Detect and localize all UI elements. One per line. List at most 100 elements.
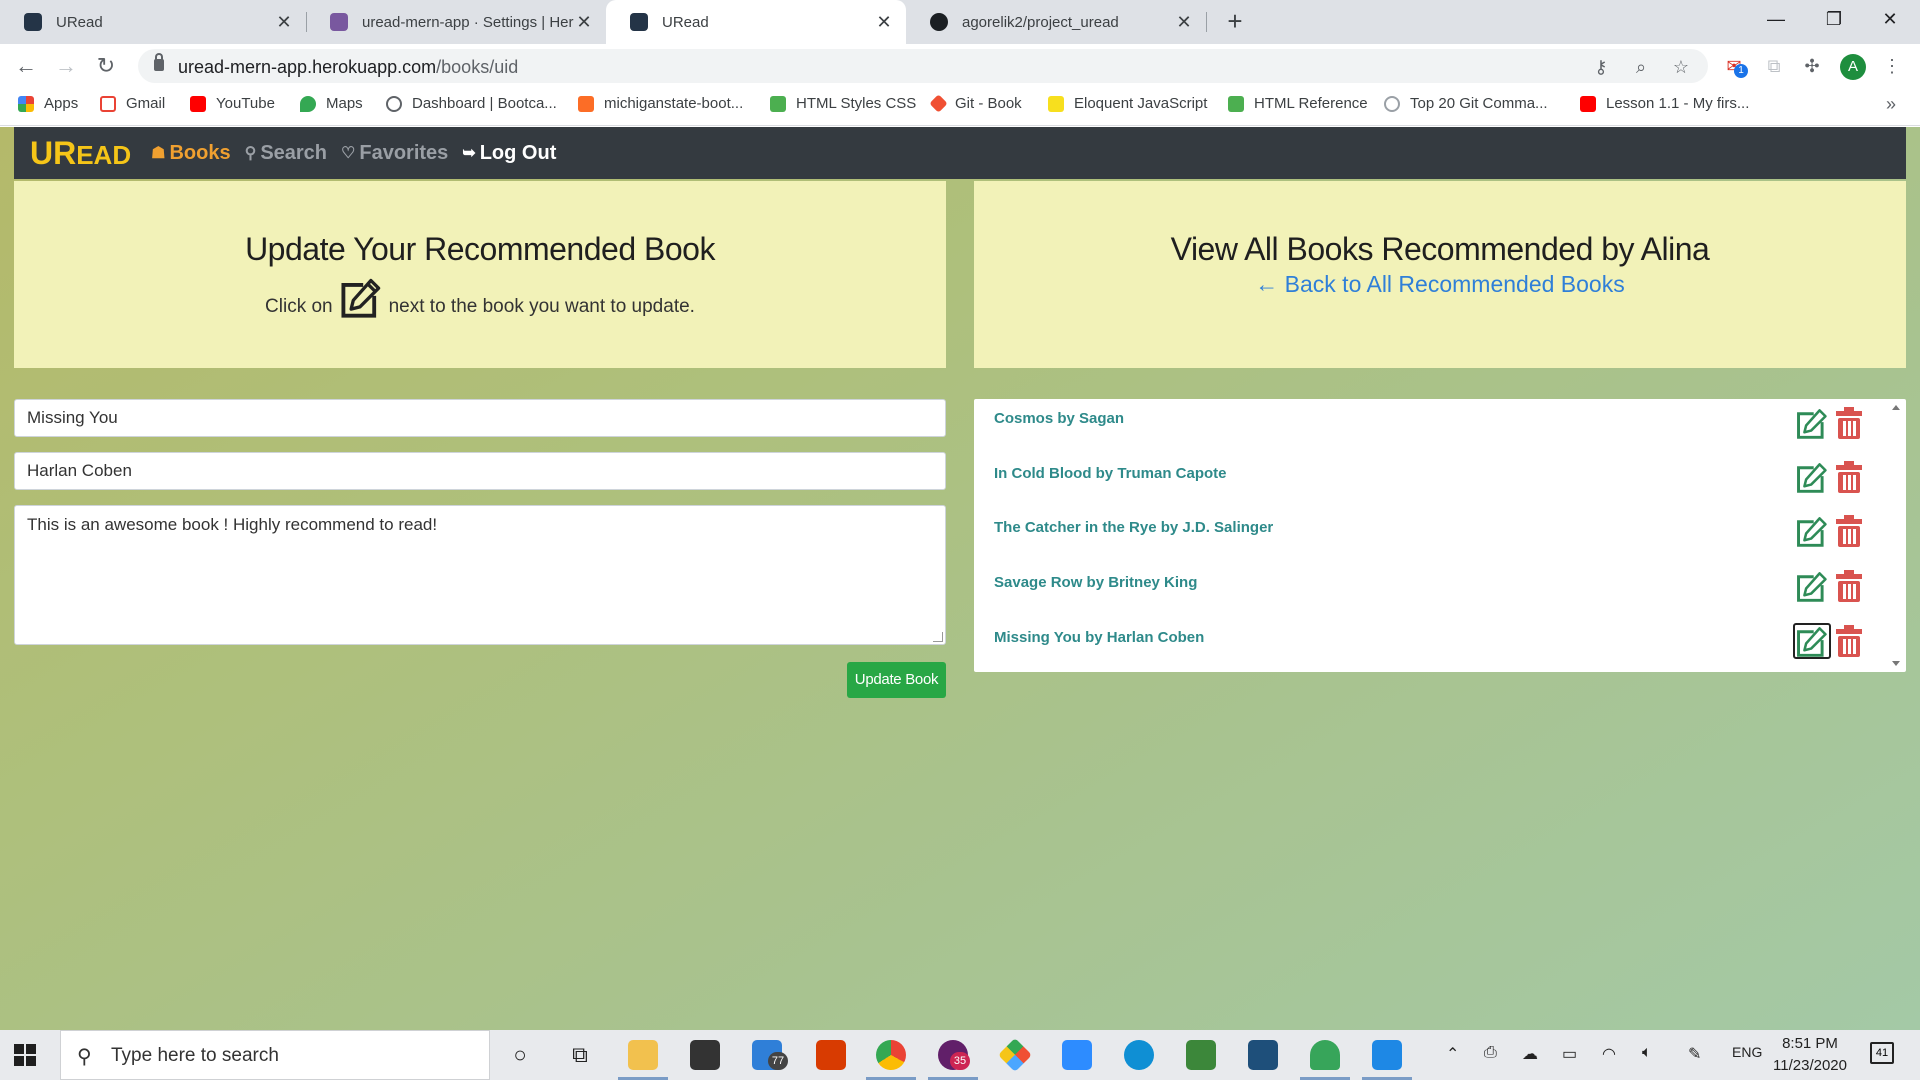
bookmark-star-icon[interactable]: ☆ [1670, 56, 1692, 78]
task-view-icon[interactable]: ⧉ [565, 1040, 595, 1070]
nav-logout-link[interactable]: ➥ Log Out [462, 142, 556, 165]
delete-book-icon[interactable] [1835, 570, 1863, 602]
onedrive-icon[interactable]: ☁ [1522, 1044, 1538, 1064]
minimize-icon[interactable]: — [1748, 0, 1804, 40]
meet-now-icon[interactable]: ⎙ [1484, 1044, 1497, 1062]
close-tab-icon[interactable]: ✕ [1174, 12, 1194, 33]
edit-book-button[interactable] [1793, 459, 1831, 495]
nav-books-link[interactable]: ☗ Books [151, 142, 230, 165]
resize-grip-icon[interactable] [933, 632, 943, 642]
edit-book-button[interactable] [1793, 405, 1831, 441]
volume-icon[interactable]: 🔈︎ [1642, 1044, 1652, 1062]
notification-center-icon[interactable]: 41 [1870, 1042, 1894, 1064]
key-icon[interactable]: ⚷ [1590, 56, 1612, 78]
delete-book-icon[interactable] [1835, 625, 1863, 657]
app-page: UREAD ☗ Books ⚲ Search ♡ Favorites ➥ Log Out… [0, 127, 1920, 1030]
address-bar[interactable]: uread-mern-app.herokuapp.com/books/uid ⚷… [138, 49, 1708, 83]
new-tab-button[interactable]: + [1220, 6, 1250, 36]
browser-menu-icon[interactable]: ⋮ [1880, 54, 1904, 78]
hint-after: next to the book you want to update. [388, 296, 695, 317]
browser-tab-3-active[interactable]: URead ✕ [606, 0, 906, 44]
close-tab-icon[interactable]: ✕ [874, 12, 894, 33]
vscode-icon[interactable] [1372, 1040, 1402, 1070]
close-tab-icon[interactable]: ✕ [274, 12, 294, 33]
taskbar-search[interactable]: ⚲ Type here to search [60, 1030, 490, 1080]
bookmark-eloquent-js[interactable]: Eloquent JavaScript [1048, 95, 1207, 112]
edit-book-button-focused[interactable] [1793, 623, 1831, 659]
mysql-workbench-icon[interactable] [1248, 1040, 1278, 1070]
forward-icon[interactable]: → [52, 52, 80, 80]
bookmark-git-book[interactable]: Git - Book [929, 94, 1022, 113]
book-link[interactable]: Missing You by Harlan Coben [994, 629, 1204, 646]
extension-icon-2[interactable]: ⧉ [1762, 54, 1786, 78]
delete-book-icon[interactable] [1835, 515, 1863, 547]
language-indicator[interactable]: ENG [1732, 1044, 1762, 1060]
show-hidden-icons[interactable]: ⌃ [1446, 1044, 1459, 1064]
sourcetree-icon[interactable] [998, 1038, 1032, 1072]
mongodb-compass-icon[interactable] [1310, 1040, 1340, 1070]
zoom-icon[interactable]: ⌕ [1630, 56, 1652, 78]
browser-tab-4[interactable]: agorelik2/project_uread ✕ [906, 0, 1206, 44]
wifi-icon[interactable]: ◠ [1602, 1044, 1616, 1064]
battery-icon[interactable]: ▭ [1562, 1044, 1577, 1064]
author-input[interactable]: Harlan Coben [14, 452, 946, 490]
edit-book-button[interactable] [1793, 513, 1831, 549]
cortana-icon[interactable]: ○ [505, 1040, 535, 1070]
bookmark-gmail[interactable]: Gmail [100, 95, 165, 112]
tab-label: uread-mern-app · Settings | Herc [362, 13, 574, 31]
windows-taskbar: ⚲ Type here to search ○ ⧉ 77 35 ⌃ ⎙ ☁ ▭ … [0, 1030, 1920, 1080]
bookmark-gitlab[interactable]: michiganstate-boot... [578, 95, 743, 112]
update-title: Update Your Recommended Book [245, 231, 715, 267]
title-input[interactable]: Missing You [14, 399, 946, 437]
system-clock[interactable]: 8:51 PM 11/23/2020 [1770, 1033, 1850, 1077]
nodejs-icon[interactable] [1186, 1040, 1216, 1070]
bookmark-label: Maps [326, 95, 363, 112]
chrome-icon[interactable] [876, 1040, 906, 1070]
back-to-books-link[interactable]: ← Back to All Recommended Books [974, 271, 1906, 298]
nav-favorites-link[interactable]: ♡ Favorites [341, 142, 448, 165]
brand-logo[interactable]: UREAD [30, 135, 131, 172]
delete-book-icon[interactable] [1835, 407, 1863, 439]
bookmark-dashboard[interactable]: Dashboard | Bootca... [386, 95, 557, 112]
browser-tab-1[interactable]: URead ✕ [0, 0, 306, 44]
pen-icon[interactable]: ✎ [1688, 1044, 1701, 1064]
browser-tab-2[interactable]: uread-mern-app · Settings | Herc ✕ [306, 0, 606, 44]
scroll-up-icon[interactable] [1892, 405, 1900, 410]
close-window-icon[interactable]: ✕ [1862, 0, 1918, 40]
update-jumbotron: Update Your Recommended Book Click on ne… [14, 181, 946, 368]
bookmark-lesson[interactable]: Lesson 1.1 - My firs... [1580, 95, 1749, 112]
bookmark-youtube[interactable]: YouTube [190, 95, 275, 112]
zoom-icon[interactable] [1062, 1040, 1092, 1070]
bookmarks-overflow-icon[interactable]: » [1886, 94, 1896, 115]
bookmark-git-commands[interactable]: Top 20 Git Comma... [1384, 95, 1548, 112]
book-list-scrollbar[interactable] [1886, 399, 1906, 672]
review-textarea[interactable]: This is an awesome book ! Highly recomme… [14, 505, 946, 645]
office-icon[interactable] [816, 1040, 846, 1070]
file-explorer-icon[interactable] [628, 1040, 658, 1070]
taskbar-search-placeholder: Type here to search [111, 1045, 279, 1066]
reload-icon[interactable]: ↻ [92, 52, 120, 80]
back-icon[interactable]: ← [12, 52, 40, 80]
book-link[interactable]: Savage Row by Britney King [994, 574, 1197, 591]
bookmark-maps[interactable]: Maps [300, 95, 363, 112]
restore-icon[interactable]: ❐ [1806, 0, 1862, 40]
edit-book-button[interactable] [1793, 568, 1831, 604]
bookmark-label: HTML Reference [1254, 95, 1368, 112]
microsoft-store-icon[interactable] [690, 1040, 720, 1070]
nav-search-link[interactable]: ⚲ Search [245, 142, 327, 165]
scroll-down-icon[interactable] [1892, 661, 1900, 666]
update-book-button[interactable]: Update Book [847, 662, 946, 698]
close-tab-icon[interactable]: ✕ [574, 12, 594, 33]
delete-book-icon[interactable] [1835, 461, 1863, 493]
book-link[interactable]: The Catcher in the Rye by J.D. Salinger [994, 519, 1273, 536]
edge-icon[interactable] [1124, 1040, 1154, 1070]
profile-avatar[interactable]: A [1840, 54, 1866, 80]
extensions-puzzle-icon[interactable]: ✣ [1800, 54, 1824, 78]
windows-start-icon[interactable] [14, 1044, 36, 1066]
book-link[interactable]: In Cold Blood by Truman Capote [994, 465, 1227, 482]
bookmark-html-styles[interactable]: HTML Styles CSS [770, 95, 916, 112]
bookmark-apps[interactable]: Apps [18, 95, 78, 112]
extension-icon[interactable]: ✉ 1 [1722, 54, 1748, 78]
book-link[interactable]: Cosmos by Sagan [994, 410, 1124, 427]
bookmark-html-reference[interactable]: HTML Reference [1228, 95, 1368, 112]
